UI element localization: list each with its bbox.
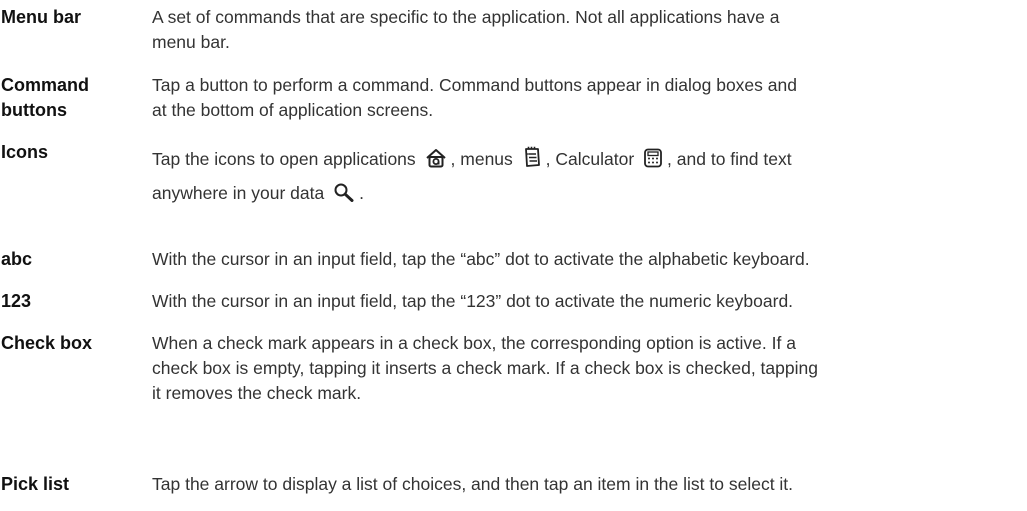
definition-line: Tap the icons to open applications , men…: [152, 142, 1024, 176]
definition-abc: With the cursor in an input field, tap t…: [152, 247, 1024, 272]
term-icons: Icons: [1, 142, 49, 162]
glossary-page: { "entries": [ { "term": "Menu bar", "li…: [0, 0, 1027, 511]
definition-line: at the bottom of application screens.: [152, 100, 434, 120]
definition-text: , and to find text: [667, 149, 792, 169]
definition-text: .: [359, 183, 364, 203]
definition-line: When a check mark appears in a check box…: [152, 333, 796, 353]
definition-line: With the cursor in an input field, tap t…: [152, 249, 810, 269]
menu-icon: [522, 146, 542, 168]
definition-line: Tap a button to perform a command. Comma…: [152, 75, 797, 95]
definition-check-box: When a check mark appears in a check box…: [152, 331, 1024, 406]
definition-line: With the cursor in an input field, tap t…: [152, 291, 794, 311]
term-line: buttons: [1, 100, 67, 120]
definition-line: check box is empty, tapping it inserts a…: [152, 358, 818, 378]
definition-line: Tap the arrow to display a list of choic…: [152, 474, 794, 494]
term-line: Command: [1, 75, 90, 95]
definition-line: A set of commands that are specific to t…: [152, 7, 780, 27]
calculator-icon: [643, 148, 663, 168]
definition-line: it removes the check mark.: [152, 383, 362, 403]
definition-command-buttons: Tap a button to perform a command. Comma…: [152, 73, 1024, 123]
term-check-box: Check box: [1, 333, 93, 353]
term-abc: abc: [1, 249, 33, 269]
definition-line: menu bar.: [152, 32, 230, 52]
term-123: 123: [1, 291, 32, 311]
definition-pick-list: Tap the arrow to display a list of choic…: [152, 472, 1024, 497]
definition-line: anywhere in your data .: [152, 176, 1024, 210]
term-pick-list: Pick list: [1, 474, 70, 494]
definition-menu-bar: A set of commands that are specific to t…: [152, 5, 1024, 55]
definition-text: Tap the icons to open applications: [152, 149, 416, 169]
definition-text: , menus: [450, 149, 513, 169]
definition-text: , Calculator: [545, 149, 635, 169]
term-command-buttons: Command buttons: [1, 73, 151, 123]
definition-text: anywhere in your data: [152, 183, 325, 203]
term-menu-bar: Menu bar: [1, 7, 82, 27]
home-icon: [425, 148, 447, 168]
definition-icons: Tap the icons to open applications , men…: [152, 142, 1024, 210]
definition-123: With the cursor in an input field, tap t…: [152, 289, 1024, 314]
find-icon: [333, 182, 355, 202]
